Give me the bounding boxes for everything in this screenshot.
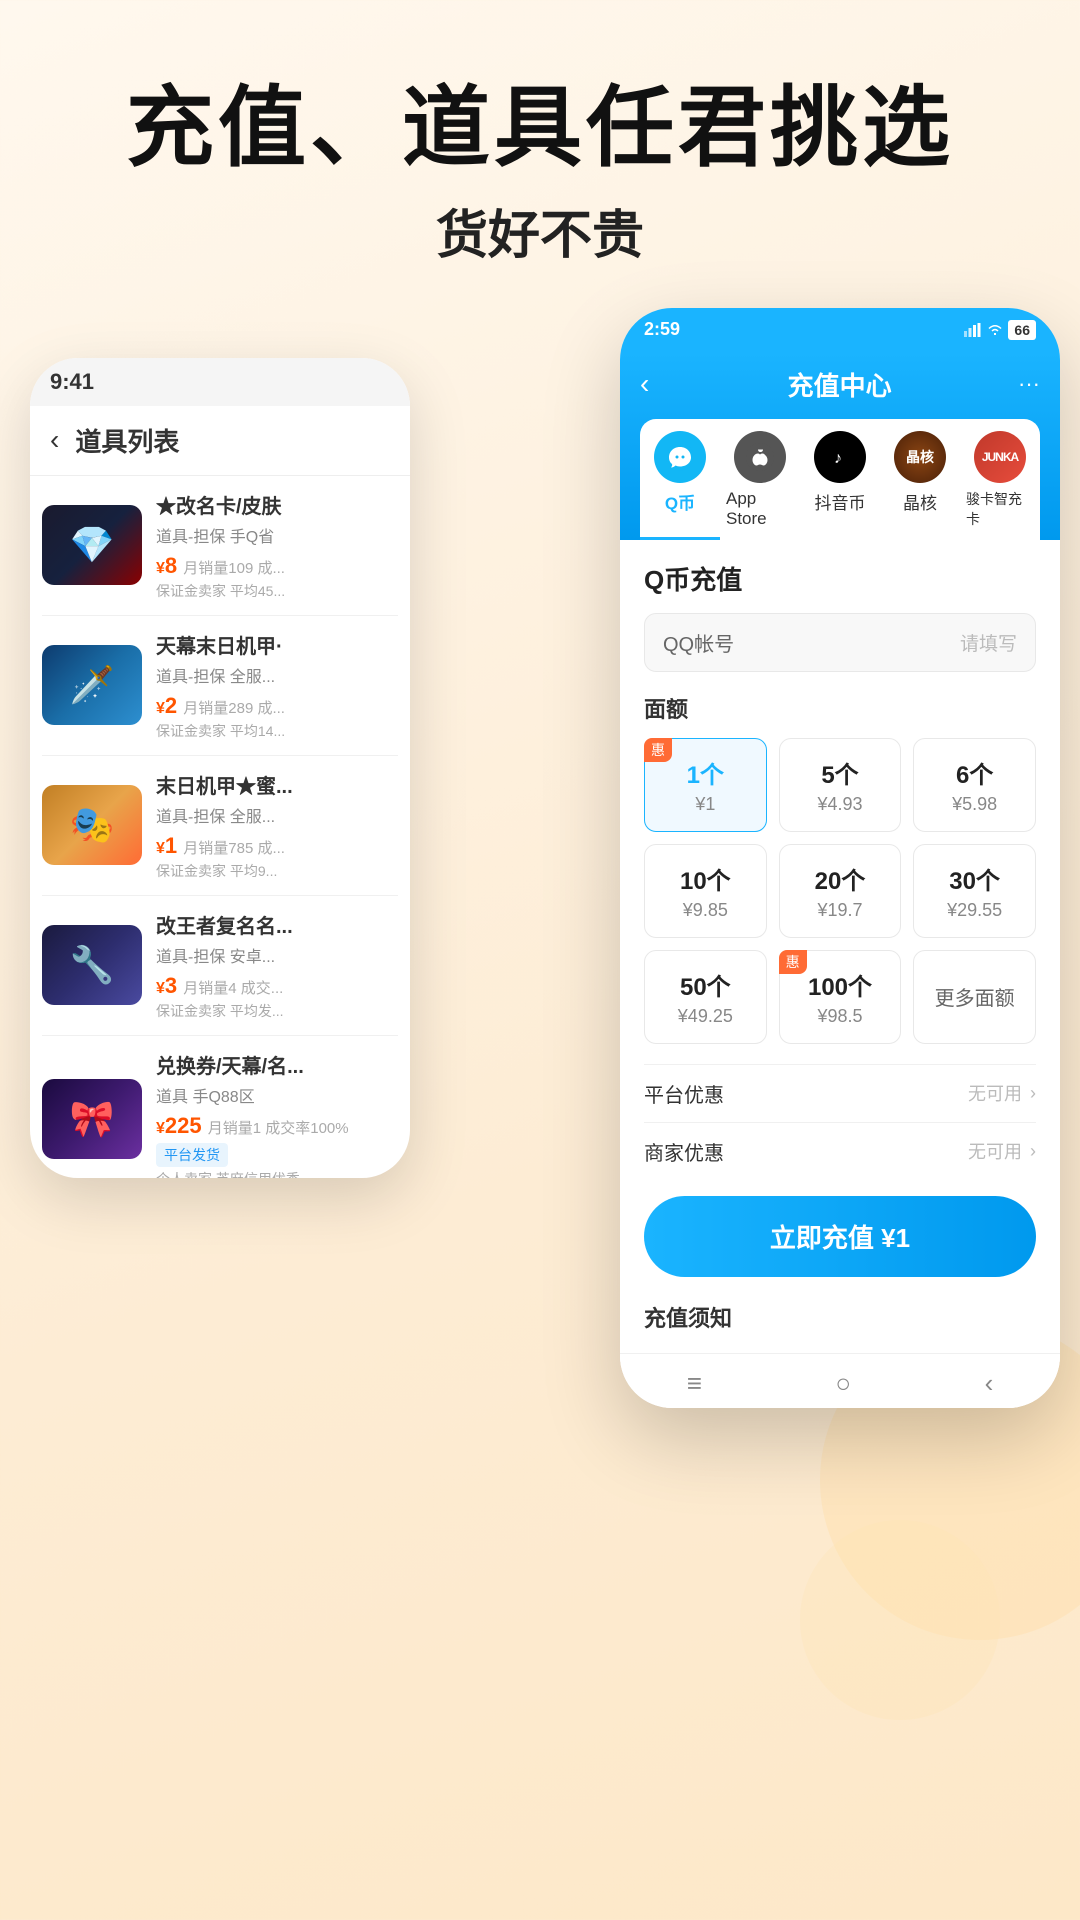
tab-appstore-label: App Store	[726, 489, 794, 529]
app-content: Q币充值 QQ帐号 请填写 面额 惠 1个 ¥1	[620, 540, 1060, 1353]
more-label: 更多面额	[935, 982, 1015, 1011]
nav-menu-icon[interactable]: ≡	[687, 1368, 702, 1399]
left-phone-status: 9:41	[30, 358, 410, 406]
merchant-discount-value: 无可用	[968, 1138, 1022, 1164]
wifi-icon	[986, 323, 1004, 337]
denom-item-50[interactable]: 50个 ¥49.25	[644, 950, 767, 1044]
denom-item-20[interactable]: 20个 ¥19.7	[779, 844, 902, 938]
app-back-button[interactable]: ‹	[640, 368, 649, 400]
item-list: 💎 ★改名卡/皮肤 道具-担保 手Q省 ¥8 月销量109 成... 保证金卖家…	[30, 476, 410, 1178]
item-image: 💎	[42, 505, 142, 585]
category-tabs: Q币 App Store	[640, 419, 1040, 540]
denom-item-5[interactable]: 5个 ¥4.93	[779, 738, 902, 832]
tiktok-icon: ♪	[814, 431, 866, 483]
list-item[interactable]: 💎 ★改名卡/皮肤 道具-担保 手Q省 ¥8 月销量109 成... 保证金卖家…	[42, 476, 398, 616]
list-item[interactable]: 🔧 改王者复名名... 道具-担保 安卓... ¥3 月销量4 成交... 保证…	[42, 896, 398, 1036]
back-arrow-left[interactable]: ‹	[50, 424, 59, 456]
svg-text:♪: ♪	[834, 450, 842, 467]
item-image: 🎭	[42, 785, 142, 865]
phone-right: 2:59 66	[620, 308, 1060, 1408]
denom-item-6[interactable]: 6个 ¥5.98	[913, 738, 1036, 832]
discount-badge: 惠	[779, 950, 807, 974]
status-time: 2:59	[644, 319, 680, 340]
main-subtitle: 货好不贵	[0, 193, 1080, 268]
denom-count: 30个	[924, 861, 1025, 896]
app-container: ‹ 充值中心 ···	[620, 352, 1060, 1408]
nav-home-icon[interactable]: ○	[835, 1368, 851, 1399]
jinghe-icon: 晶核	[894, 431, 946, 483]
left-phone-header: ‹ 道具列表	[30, 406, 410, 476]
discount-badge: 惠	[644, 738, 672, 762]
platform-discount-value: 无可用	[968, 1080, 1022, 1106]
denom-price: ¥29.55	[924, 900, 1025, 921]
qq-account-placeholder: 请填写	[960, 629, 1017, 656]
tab-jinghe[interactable]: 晶核 晶核	[880, 419, 960, 540]
denom-count: 5个	[790, 755, 891, 790]
app-more-button[interactable]: ···	[1018, 371, 1040, 397]
app-title: 充值中心	[661, 366, 1018, 403]
list-item[interactable]: 🎀 兑换券/天幕/名... 道具 手Q88区 ¥225 月销量1 成交率100%…	[42, 1036, 398, 1178]
denom-item-more[interactable]: 更多面额	[913, 950, 1036, 1044]
apple-icon	[734, 431, 786, 483]
list-item[interactable]: 🎭 末日机甲★蜜... 道具-担保 全服... ¥1 月销量785 成... 保…	[42, 756, 398, 896]
left-phone-title: 道具列表	[75, 422, 179, 459]
qq-account-input-row[interactable]: QQ帐号 请填写	[644, 613, 1036, 672]
denom-item-10[interactable]: 10个 ¥9.85	[644, 844, 767, 938]
phone-left: 9:41 ‹ 道具列表 💎 ★改名卡/皮肤 道具-担保 手Q省 ¥8 月销量10…	[30, 358, 410, 1178]
nav-back-icon[interactable]: ‹	[985, 1368, 994, 1399]
denom-price: ¥9.85	[655, 900, 756, 921]
tab-appstore[interactable]: App Store	[720, 419, 800, 540]
junka-icon: JUNKA	[974, 431, 1026, 483]
battery-indicator: 66	[1008, 320, 1036, 340]
chevron-right-icon: ›	[1030, 1083, 1036, 1104]
platform-discount-label: 平台优惠	[644, 1079, 968, 1108]
denom-price: ¥98.5	[790, 1006, 891, 1027]
tab-douyin[interactable]: ♪ 抖音币	[800, 419, 880, 540]
qq-icon	[654, 431, 706, 483]
item-image: 🔧	[42, 925, 142, 1005]
denom-price: ¥4.93	[790, 794, 891, 815]
item-image: 🎀	[42, 1079, 142, 1159]
tab-jinghe-label: 晶核	[903, 489, 937, 514]
platform-discount-row[interactable]: 平台优惠 无可用 ›	[644, 1064, 1036, 1122]
bottom-nav: ≡ ○ ‹	[620, 1353, 1060, 1408]
denom-price: ¥49.25	[655, 1006, 756, 1027]
merchant-discount-label: 商家优惠	[644, 1137, 968, 1166]
status-bar: 2:59 66	[620, 308, 1060, 352]
denom-price: ¥1	[655, 794, 756, 815]
notice-title: 充值须知	[644, 1301, 1036, 1333]
tab-douyin-label: 抖音币	[815, 489, 866, 514]
denom-item-1[interactable]: 惠 1个 ¥1	[644, 738, 767, 832]
tab-qbi-label: Q币	[665, 489, 695, 514]
tab-qbi[interactable]: Q币	[640, 419, 720, 540]
item-image: 🗡️	[42, 645, 142, 725]
tab-junka[interactable]: JUNKA 骏卡智充卡	[960, 419, 1040, 540]
main-title: 充值、道具任君挑选	[0, 80, 1080, 177]
header-section: 充值、道具任君挑选 货好不贵	[0, 0, 1080, 308]
denom-count: 1个	[655, 755, 756, 790]
app-header: ‹ 充值中心 ···	[620, 352, 1060, 540]
denom-price: ¥5.98	[924, 794, 1025, 815]
denom-count: 20个	[790, 861, 891, 896]
chevron-right-icon: ›	[1030, 1141, 1036, 1162]
denom-count: 50个	[655, 967, 756, 1002]
denom-item-30[interactable]: 30个 ¥29.55	[913, 844, 1036, 938]
signal-icon	[964, 323, 982, 337]
denom-count: 100个	[790, 967, 891, 1002]
denomination-grid: 惠 1个 ¥1 5个 ¥4.93 6个 ¥5.98	[644, 738, 1036, 1044]
phones-container: 9:41 ‹ 道具列表 💎 ★改名卡/皮肤 道具-担保 手Q省 ¥8 月销量10…	[0, 308, 1080, 1688]
denom-price: ¥19.7	[790, 900, 891, 921]
buy-button[interactable]: 立即充值 ¥1	[644, 1196, 1036, 1277]
denom-count: 10个	[655, 861, 756, 896]
tab-junka-label: 骏卡智充卡	[966, 489, 1034, 529]
denom-item-100[interactable]: 惠 100个 ¥98.5	[779, 950, 902, 1044]
list-item[interactable]: 🗡️ 天幕末日机甲· 道具-担保 全服... ¥2 月销量289 成... 保证…	[42, 616, 398, 756]
qq-account-label: QQ帐号	[663, 628, 960, 657]
section-title: Q币充值	[644, 560, 1036, 597]
denom-count: 6个	[924, 755, 1025, 790]
denomination-title: 面额	[644, 692, 1036, 724]
merchant-discount-row[interactable]: 商家优惠 无可用 ›	[644, 1122, 1036, 1180]
